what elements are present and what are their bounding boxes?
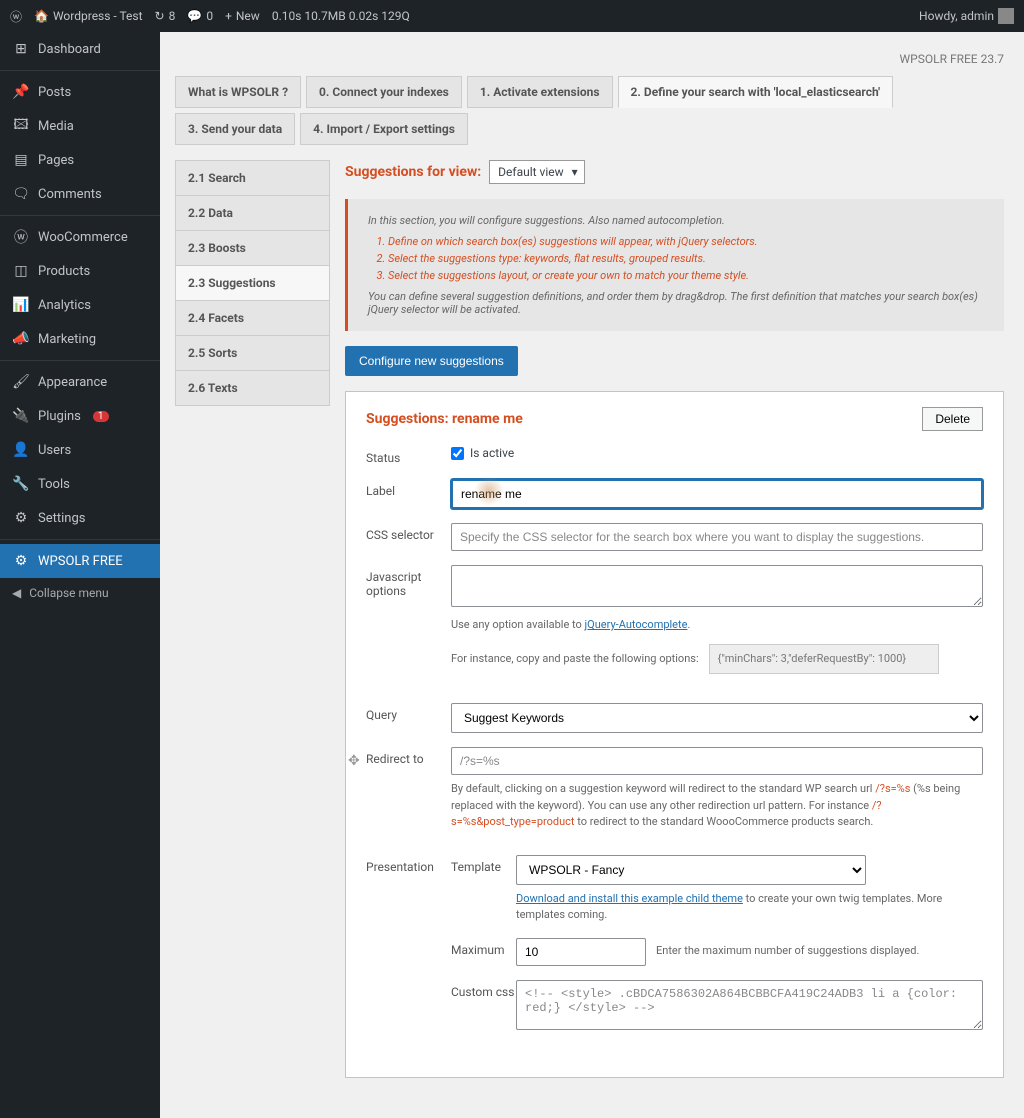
wp-logo[interactable]: ⓦ <box>10 8 22 25</box>
configure-new-button[interactable]: Configure new suggestions <box>345 346 518 376</box>
template-select[interactable]: WPSOLR - Fancy <box>516 855 866 885</box>
comments-icon: 🗨 <box>12 185 30 203</box>
sidebar-item-analytics[interactable]: 📊Analytics <box>0 288 160 322</box>
sidebar-item-tools[interactable]: 🔧Tools <box>0 467 160 501</box>
maximum-input[interactable] <box>516 938 646 966</box>
is-active-checkbox[interactable] <box>451 447 464 460</box>
redirect-input[interactable] <box>451 747 983 775</box>
version-label: WPSOLR FREE 23.7 <box>175 52 1004 66</box>
js-help-text: Use any option available to jQuery-Autoc… <box>451 617 983 634</box>
content-area: WPSOLR FREE 23.7 What is WPSOLR ? 0. Con… <box>160 32 1024 1118</box>
plugins-badge: 1 <box>93 411 109 422</box>
site-link[interactable]: 🏠 Wordpress - Test <box>34 9 143 23</box>
wpsolr-icon: ⚙ <box>12 552 30 570</box>
tab-connect[interactable]: 0. Connect your indexes <box>306 76 462 108</box>
main-tabs: What is WPSOLR ? 0. Connect your indexes… <box>175 76 1004 145</box>
tab-import-export[interactable]: 4. Import / Export settings <box>300 113 468 145</box>
sub-nav: 2.1 Search 2.2 Data 2.3 Boosts 2.3 Sugge… <box>175 160 330 1078</box>
media-icon: 🖾 <box>12 117 30 135</box>
maximum-help: Enter the maximum number of suggestions … <box>656 943 919 960</box>
subnav-sorts[interactable]: 2.5 Sorts <box>175 335 330 371</box>
css-selector-label: CSS selector <box>366 523 451 542</box>
marketing-icon: 📣 <box>12 330 30 348</box>
plugins-icon: 🔌 <box>12 407 30 425</box>
sidebar-item-appearance[interactable]: 🖌Appearance <box>0 365 160 399</box>
subnav-facets[interactable]: 2.4 Facets <box>175 300 330 336</box>
subnav-data[interactable]: 2.2 Data <box>175 195 330 231</box>
sidebar-item-plugins[interactable]: 🔌Plugins1 <box>0 399 160 433</box>
query-select[interactable]: Suggest Keywords <box>451 703 983 733</box>
view-select[interactable]: Default view <box>489 160 584 184</box>
jquery-autocomplete-link[interactable]: jQuery-Autocomplete <box>585 618 688 631</box>
analytics-icon: 📊 <box>12 296 30 314</box>
woocommerce-icon: ⓦ <box>12 228 30 246</box>
products-icon: ◫ <box>12 262 30 280</box>
template-help: Download and install this example child … <box>516 891 983 924</box>
js-options-input[interactable] <box>451 565 983 607</box>
admin-sidebar: ⊞Dashboard 📌Posts 🖾Media ▤Pages 🗨Comment… <box>0 32 160 1118</box>
sidebar-item-comments[interactable]: 🗨Comments <box>0 177 160 211</box>
users-icon: 👤 <box>12 441 30 459</box>
pages-icon: ▤ <box>12 151 30 169</box>
js-options-label: Javascript options <box>366 565 451 598</box>
presentation-label: Presentation <box>366 855 451 874</box>
tab-define-search[interactable]: 2. Define your search with 'local_elasti… <box>618 76 894 108</box>
dashboard-icon: ⊞ <box>12 40 30 58</box>
download-theme-link[interactable]: Download and install this example child … <box>516 892 743 905</box>
tab-what-is[interactable]: What is WPSOLR ? <box>175 76 301 108</box>
query-label: Query <box>366 703 451 722</box>
sidebar-item-dashboard[interactable]: ⊞Dashboard <box>0 32 160 66</box>
tab-send-data[interactable]: 3. Send your data <box>175 113 295 145</box>
template-label: Template <box>451 855 516 874</box>
subnav-texts[interactable]: 2.6 Texts <box>175 370 330 406</box>
subnav-search[interactable]: 2.1 Search <box>175 160 330 196</box>
sidebar-item-users[interactable]: 👤Users <box>0 433 160 467</box>
js-example-label: For instance, copy and paste the followi… <box>451 651 699 668</box>
tab-activate[interactable]: 1. Activate extensions <box>467 76 613 108</box>
card-title: Suggestions: rename me <box>366 411 523 427</box>
comments-link[interactable]: 💬 0 <box>187 9 213 23</box>
maximum-label: Maximum <box>451 938 516 957</box>
label-input[interactable] <box>451 479 983 509</box>
admin-top-bar: ⓦ 🏠 Wordpress - Test ↻ 8 💬 0 + New 0.10s… <box>0 0 1024 32</box>
collapse-menu[interactable]: ◀Collapse menu <box>0 578 160 608</box>
drag-handle-icon[interactable]: ✥ <box>348 753 360 769</box>
custom-css-label: Custom css <box>451 980 516 999</box>
status-label: Status <box>366 446 451 465</box>
sidebar-item-wpsolr[interactable]: ⚙WPSOLR FREE <box>0 544 160 578</box>
appearance-icon: 🖌 <box>12 373 30 391</box>
sidebar-item-settings[interactable]: ⚙Settings <box>0 501 160 535</box>
suggestion-card: Suggestions: rename me Delete Status Is … <box>345 391 1004 1078</box>
howdy-link[interactable]: Howdy, admin <box>919 8 1014 24</box>
label-label: Label <box>366 479 451 498</box>
tools-icon: 🔧 <box>12 475 30 493</box>
view-header-label: Suggestions for view: <box>345 164 481 180</box>
debug-stats: 0.10s 10.7MB 0.02s 129Q <box>272 9 410 23</box>
sidebar-item-pages[interactable]: ▤Pages <box>0 143 160 177</box>
settings-icon: ⚙ <box>12 509 30 527</box>
posts-icon: 📌 <box>12 83 30 101</box>
avatar <box>998 8 1014 24</box>
sidebar-item-posts[interactable]: 📌Posts <box>0 75 160 109</box>
sidebar-item-woocommerce[interactable]: ⓦWooCommerce <box>0 220 160 254</box>
sidebar-item-media[interactable]: 🖾Media <box>0 109 160 143</box>
sidebar-item-products[interactable]: ◫Products <box>0 254 160 288</box>
delete-button[interactable]: Delete <box>922 407 983 431</box>
sidebar-item-marketing[interactable]: 📣Marketing <box>0 322 160 356</box>
redirect-help: By default, clicking on a suggestion key… <box>451 781 983 831</box>
subnav-suggestions[interactable]: 2.3 Suggestions <box>175 265 330 301</box>
is-active-label: Is active <box>470 446 514 460</box>
collapse-icon: ◀ <box>12 586 21 600</box>
info-box: In this section, you will configure sugg… <box>345 199 1004 331</box>
updates-link[interactable]: ↻ 8 <box>155 9 176 23</box>
new-link[interactable]: + New <box>225 9 260 23</box>
js-example-value: {"minChars": 3,"deferRequestBy": 1000} <box>709 644 939 675</box>
redirect-label: Redirect to <box>366 747 451 766</box>
subnav-boosts[interactable]: 2.3 Boosts <box>175 230 330 266</box>
custom-css-input[interactable]: <!-- <style> .cBDCA7586302A864BCBBCFA419… <box>516 980 983 1030</box>
css-selector-input[interactable] <box>451 523 983 551</box>
